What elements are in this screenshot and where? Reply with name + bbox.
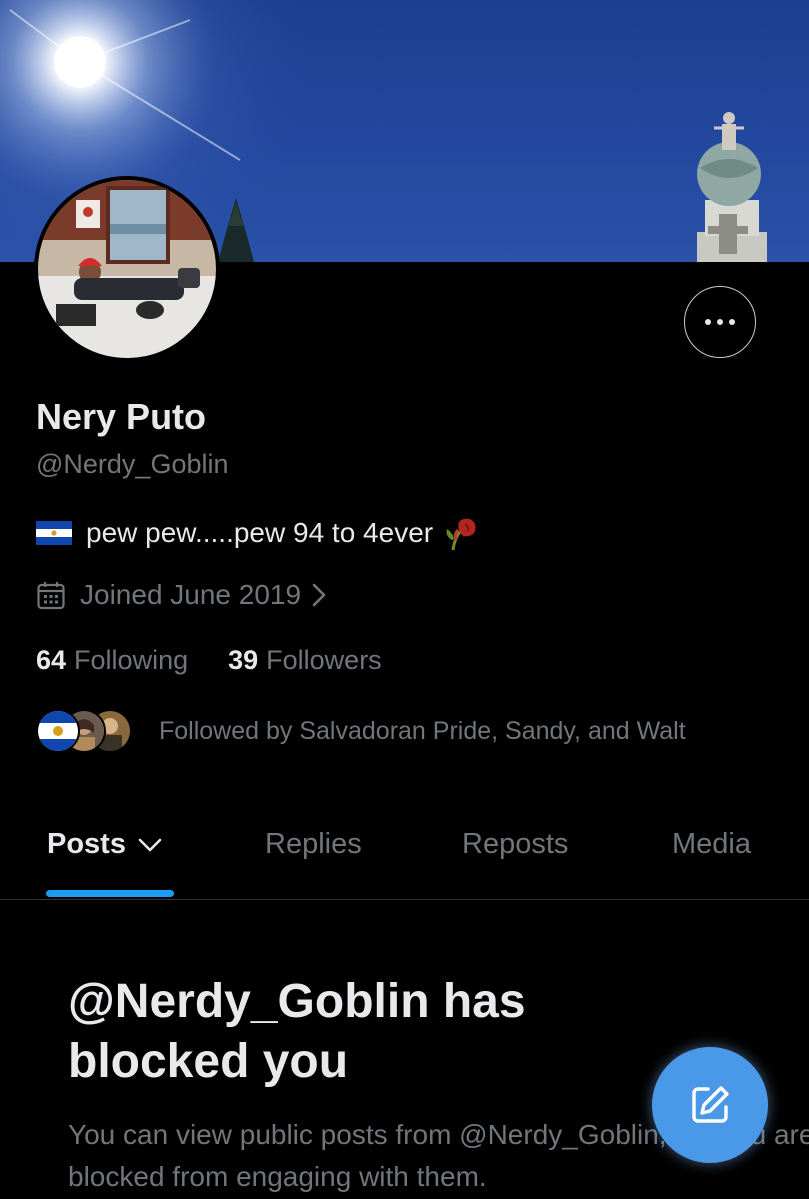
tab-posts[interactable]: Posts [47, 828, 162, 861]
tab-label: Replies [265, 828, 362, 860]
joined-text: Joined June 2019 [80, 579, 302, 610]
following-label: Following [74, 645, 189, 675]
profile-name: Nery Puto [36, 396, 207, 437]
profile-tabs: Posts Replies Reposts Media [0, 810, 809, 900]
compose-icon [692, 1086, 729, 1123]
profile-bio: pew pew.....pew 94 to 4ever [36, 514, 479, 552]
salvadoran-pride-avatar-image [38, 711, 78, 751]
tab-label: Reposts [462, 828, 569, 860]
tab-replies[interactable]: Replies [265, 828, 362, 861]
blocked-title: @Nerdy_Goblin has blocked you [68, 975, 526, 1088]
followed-by-avatars [36, 708, 132, 754]
following-link[interactable]: 64 Following [36, 645, 188, 676]
profile-handle: @Nerdy_Goblin [36, 449, 229, 479]
profile-avatar[interactable] [34, 176, 220, 362]
tab-reposts[interactable]: Reposts [462, 828, 568, 861]
ellipsis-dot [729, 319, 735, 325]
ellipsis-icon [705, 319, 711, 325]
ellipsis-dot [717, 319, 723, 325]
chevron-down-icon [138, 838, 162, 851]
follow-stats: 64 Following 39 Followers [36, 645, 382, 676]
followed-by[interactable]: Followed by Salvadoran Pride, Sandy, and… [36, 708, 686, 754]
chevron-right-icon [312, 583, 326, 607]
more-options-button[interactable] [684, 286, 756, 358]
wilted-rose-icon [446, 518, 476, 551]
el-salvador-flag-icon [36, 521, 72, 545]
tab-label: Posts [47, 828, 126, 860]
tab-media[interactable]: Media [672, 828, 751, 861]
tab-label: Media [672, 828, 751, 860]
joined-date[interactable]: Joined June 2019 [36, 579, 327, 611]
following-count: 64 [36, 645, 67, 675]
followers-label: Followers [266, 645, 382, 675]
compose-button[interactable] [652, 1047, 768, 1163]
avatar [36, 709, 80, 753]
bio-text: pew pew.....pew 94 to 4ever [86, 517, 434, 548]
avatar-photo [38, 180, 216, 358]
active-tab-indicator [46, 890, 174, 897]
calendar-icon [37, 582, 65, 610]
followed-by-text: Followed by Salvadoran Pride, Sandy, and… [159, 716, 686, 745]
followers-link[interactable]: 39 Followers [228, 645, 382, 676]
followers-count: 39 [228, 645, 259, 675]
